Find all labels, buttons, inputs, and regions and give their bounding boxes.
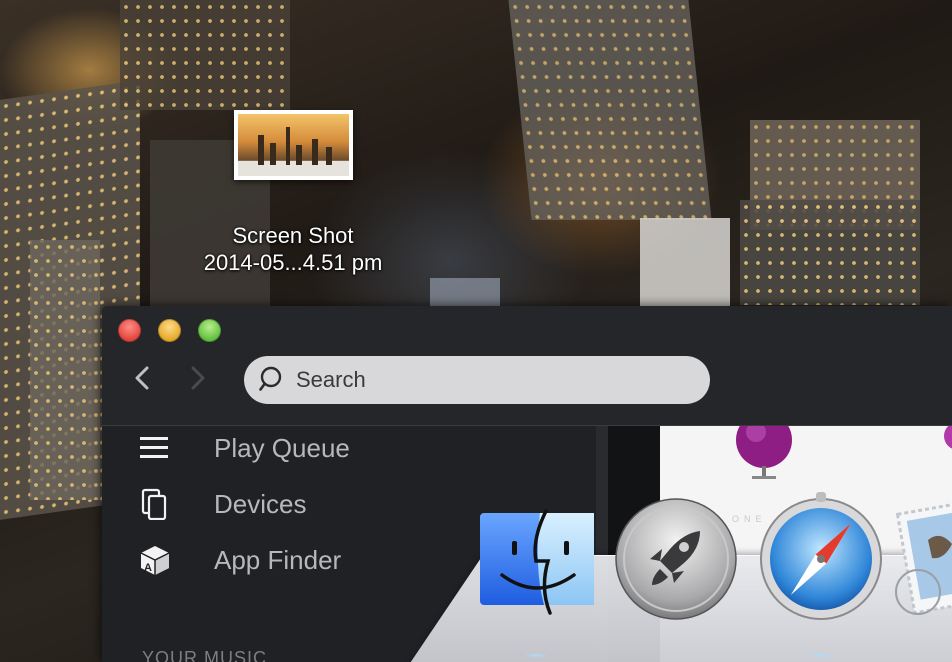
search-icon xyxy=(259,366,282,391)
launchpad-rocket-icon xyxy=(615,498,737,620)
globe-image xyxy=(736,426,792,479)
mail-stamp-icon xyxy=(895,500,952,615)
dock-running-indicator xyxy=(808,653,834,658)
chevron-right-icon xyxy=(191,366,205,390)
play-queue-icon xyxy=(140,437,168,458)
sidebar-item-play-queue[interactable]: Play Queue xyxy=(102,426,582,470)
safari-compass-icon xyxy=(760,492,882,620)
dock-item-safari[interactable] xyxy=(756,492,886,622)
desktop-file-label-name: Screen Shot xyxy=(232,223,354,248)
sidebar-item-label: App Finder xyxy=(214,544,342,575)
dock-item-launchpad[interactable] xyxy=(614,497,738,621)
desktop-file-label-date: 2014-05...4.51 pm xyxy=(203,250,383,275)
search-input[interactable] xyxy=(296,367,676,393)
forward-button[interactable] xyxy=(182,363,212,393)
search-box[interactable] xyxy=(244,356,710,404)
back-button[interactable] xyxy=(128,363,158,393)
chevron-left-icon xyxy=(135,366,149,390)
section-header-your-music: YOUR MUSIC xyxy=(142,648,268,662)
sidebar-item-label: Play Queue xyxy=(214,432,350,463)
window-zoom-button[interactable] xyxy=(198,319,221,342)
finder-icon xyxy=(480,509,594,615)
window-minimize-button[interactable] xyxy=(158,319,181,342)
dock-running-indicator xyxy=(523,653,549,658)
dock-item-finder[interactable] xyxy=(480,509,594,615)
desktop-file-icon[interactable]: Screen Shot 2014-05...4.51 pm xyxy=(170,110,416,276)
screenshot-thumbnail xyxy=(233,110,353,180)
sidebar-item-label: Devices xyxy=(214,488,307,519)
dock-item-mail[interactable] xyxy=(888,500,952,622)
window-close-button[interactable] xyxy=(118,319,141,342)
window-toolbar xyxy=(102,306,952,426)
app-finder-icon: A xyxy=(140,546,170,575)
globe-image xyxy=(944,426,952,449)
svg-text:A: A xyxy=(144,562,152,574)
devices-icon xyxy=(141,488,167,520)
